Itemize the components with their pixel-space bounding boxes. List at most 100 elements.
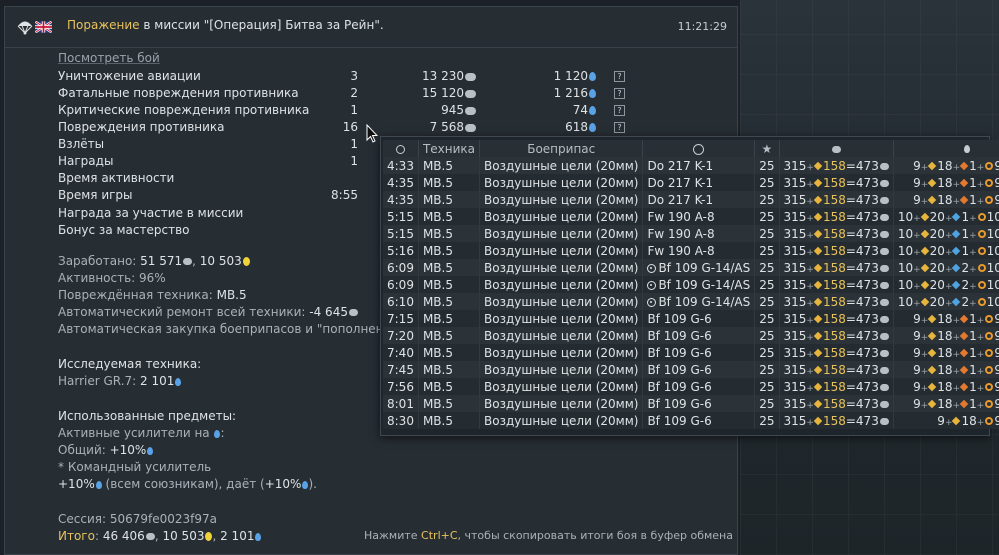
row-vehicle: MB.5 xyxy=(418,191,481,208)
tooltip-row: 5:15 MB.5 Воздушные цели (20мм) Fw 190 A-8 2… xyxy=(383,208,999,225)
ring-icon xyxy=(977,213,986,221)
help-button[interactable]: ? xyxy=(614,122,625,133)
row-rank: 25 xyxy=(754,157,780,174)
row-silverlions: 315+ 158=473 xyxy=(779,174,894,191)
row-rp: 9+18+1+9=37 xyxy=(893,157,999,174)
ring-icon xyxy=(985,349,994,357)
tooltip-row: 7:45 MB.5 Воздушные цели (20мм) Bf 109 G-6 2… xyxy=(383,361,999,378)
row-rp: 9+18+1+9=37 xyxy=(893,395,999,412)
stat-silverlions: 7 568 xyxy=(408,120,476,134)
row-silverlions: 315+ 158=473 xyxy=(779,378,894,395)
help-button[interactable]: ? xyxy=(614,71,625,82)
row-ammo: Воздушные цели (20мм) xyxy=(479,344,644,361)
row-rank: 25 xyxy=(754,259,780,276)
view-battle-link[interactable]: Посмотреть бой xyxy=(58,51,160,65)
ring-icon xyxy=(985,179,994,187)
vehicle-column-header: Техника xyxy=(418,140,481,157)
rank-column-header: ★ xyxy=(754,140,780,157)
stat-silverlions: 945 xyxy=(408,103,476,117)
help-button[interactable]: ? xyxy=(614,88,625,99)
row-rank: 25 xyxy=(754,276,780,293)
stat-label: Время активности xyxy=(58,171,175,185)
silverlions-column-header xyxy=(779,140,894,157)
row-ammo: Воздушные цели (20мм) xyxy=(479,208,644,225)
stat-rp: 1 216 xyxy=(538,86,596,100)
row-vehicle: MB.5 xyxy=(418,361,481,378)
earned-line: Заработано: 51 571, 10 503 xyxy=(58,254,250,268)
row-time: 7:20 xyxy=(383,327,419,344)
row-rank: 25 xyxy=(754,310,780,327)
tooltip-row: 7:15 MB.5 Воздушные цели (20мм) Bf 109 G-6 2… xyxy=(383,310,999,327)
rp-icon xyxy=(589,72,596,81)
silverlion-icon xyxy=(879,162,889,170)
tooltip-row: 4:33 MB.5 Воздушные цели (20мм) Do 217 K-1 2… xyxy=(383,157,999,174)
row-target: Fw 190 A-8 xyxy=(642,225,756,242)
rp-icon xyxy=(255,532,262,541)
ring-icon xyxy=(985,400,994,408)
rp-icon xyxy=(147,446,154,455)
ring-icon xyxy=(985,383,994,391)
stat-label: Бонус за мастерство xyxy=(58,223,190,237)
row-rp: 9+18+1+9=37 xyxy=(893,310,999,327)
row-vehicle: MB.5 xyxy=(418,378,481,395)
silverlion-icon xyxy=(879,315,889,323)
silverlion-icon xyxy=(879,349,889,357)
help-button[interactable]: ? xyxy=(614,105,625,116)
diamond-icon xyxy=(959,314,969,324)
tooltip-row: 4:35 MB.5 Воздушные цели (20мм) Do 217 K-1 2… xyxy=(383,191,999,208)
stat-row: Критические повреждения противника 1 945 74… xyxy=(58,103,638,120)
research-line: Harrier GR.7: 2 101 xyxy=(58,374,182,388)
row-silverlions: 315+ 158=473 xyxy=(779,157,894,174)
row-ammo: Воздушные цели (20мм) xyxy=(479,174,644,191)
mission-name: в миссии "[Операция] Битва за Рейн". xyxy=(139,18,384,32)
row-rp: 10+20+2+10=42 xyxy=(893,259,999,276)
stat-row: Уничтожение авиации 3 13 230 1 120? xyxy=(58,69,638,86)
row-rp: 10+20+1+10=41 xyxy=(893,225,999,242)
row-vehicle: MB.5 xyxy=(418,344,481,361)
row-target: Bf 109 G-6 xyxy=(642,412,756,429)
diamond-icon xyxy=(813,348,823,358)
row-ammo: Воздушные цели (20мм) xyxy=(479,157,644,174)
damage-breakdown-tooltip: Техника Боеприпас ★ 4:33 MB.5 Воздушные це… xyxy=(380,136,999,436)
mission-title: Поражение в миссии "[Операция] Битва за … xyxy=(67,18,384,32)
general-booster-line: Общий: +10% xyxy=(58,443,154,457)
row-target: Bf 109 G-6 xyxy=(642,395,756,412)
row-target: Bf 109 G-14/AS xyxy=(642,276,756,293)
row-time: 7:15 xyxy=(383,310,419,327)
row-silverlions: 315+ 158=473 xyxy=(779,242,894,259)
row-ammo: Воздушные цели (20мм) xyxy=(479,293,644,310)
row-vehicle: MB.5 xyxy=(418,242,481,259)
diamond-icon xyxy=(920,229,929,239)
tooltip-row: 7:56 MB.5 Воздушные цели (20мм) Bf 109 G-6 2… xyxy=(383,378,999,395)
repair-line: Автоматический ремонт всей техники: -4 6… xyxy=(58,305,358,319)
mouse-cursor-icon xyxy=(366,124,378,143)
tooltip-row: 7:40 MB.5 Воздушные цели (20мм) Bf 109 G-6 2… xyxy=(383,344,999,361)
row-rank: 25 xyxy=(754,225,780,242)
row-rank: 25 xyxy=(754,191,780,208)
row-ammo: Воздушные цели (20мм) xyxy=(479,412,644,429)
stat-rp: 618 xyxy=(538,120,596,134)
rp-column-header xyxy=(893,140,999,157)
silverlion-icon xyxy=(879,332,889,340)
row-target: Bf 109 G-14/AS xyxy=(642,293,756,310)
diamond-icon xyxy=(952,212,961,222)
row-rank: 25 xyxy=(754,293,780,310)
tooltip-row: 6:09 MB.5 Воздушные цели (20мм) Bf 109 G-14… xyxy=(383,259,999,276)
stat-rp: 74 xyxy=(538,103,596,117)
diamond-icon xyxy=(959,195,969,205)
row-vehicle: MB.5 xyxy=(418,276,481,293)
diamond-icon xyxy=(813,365,823,375)
silverlion-icon xyxy=(465,72,476,81)
stat-label: Повреждения противника xyxy=(58,120,225,134)
stat-row: Повреждения противника 16 7 568 618? xyxy=(58,120,638,137)
ring-icon xyxy=(977,247,986,255)
diamond-icon xyxy=(928,178,937,188)
row-ammo: Воздушные цели (20мм) xyxy=(479,327,644,344)
session-line: Сессия: 50679fe0023f97a xyxy=(58,512,217,526)
diamond-icon xyxy=(959,178,969,188)
stat-count: 1 xyxy=(350,154,358,168)
stat-silverlions: 15 120 xyxy=(408,86,476,100)
diamond-icon xyxy=(813,416,823,426)
row-vehicle: MB.5 xyxy=(418,412,481,429)
time-column-header xyxy=(383,140,419,157)
